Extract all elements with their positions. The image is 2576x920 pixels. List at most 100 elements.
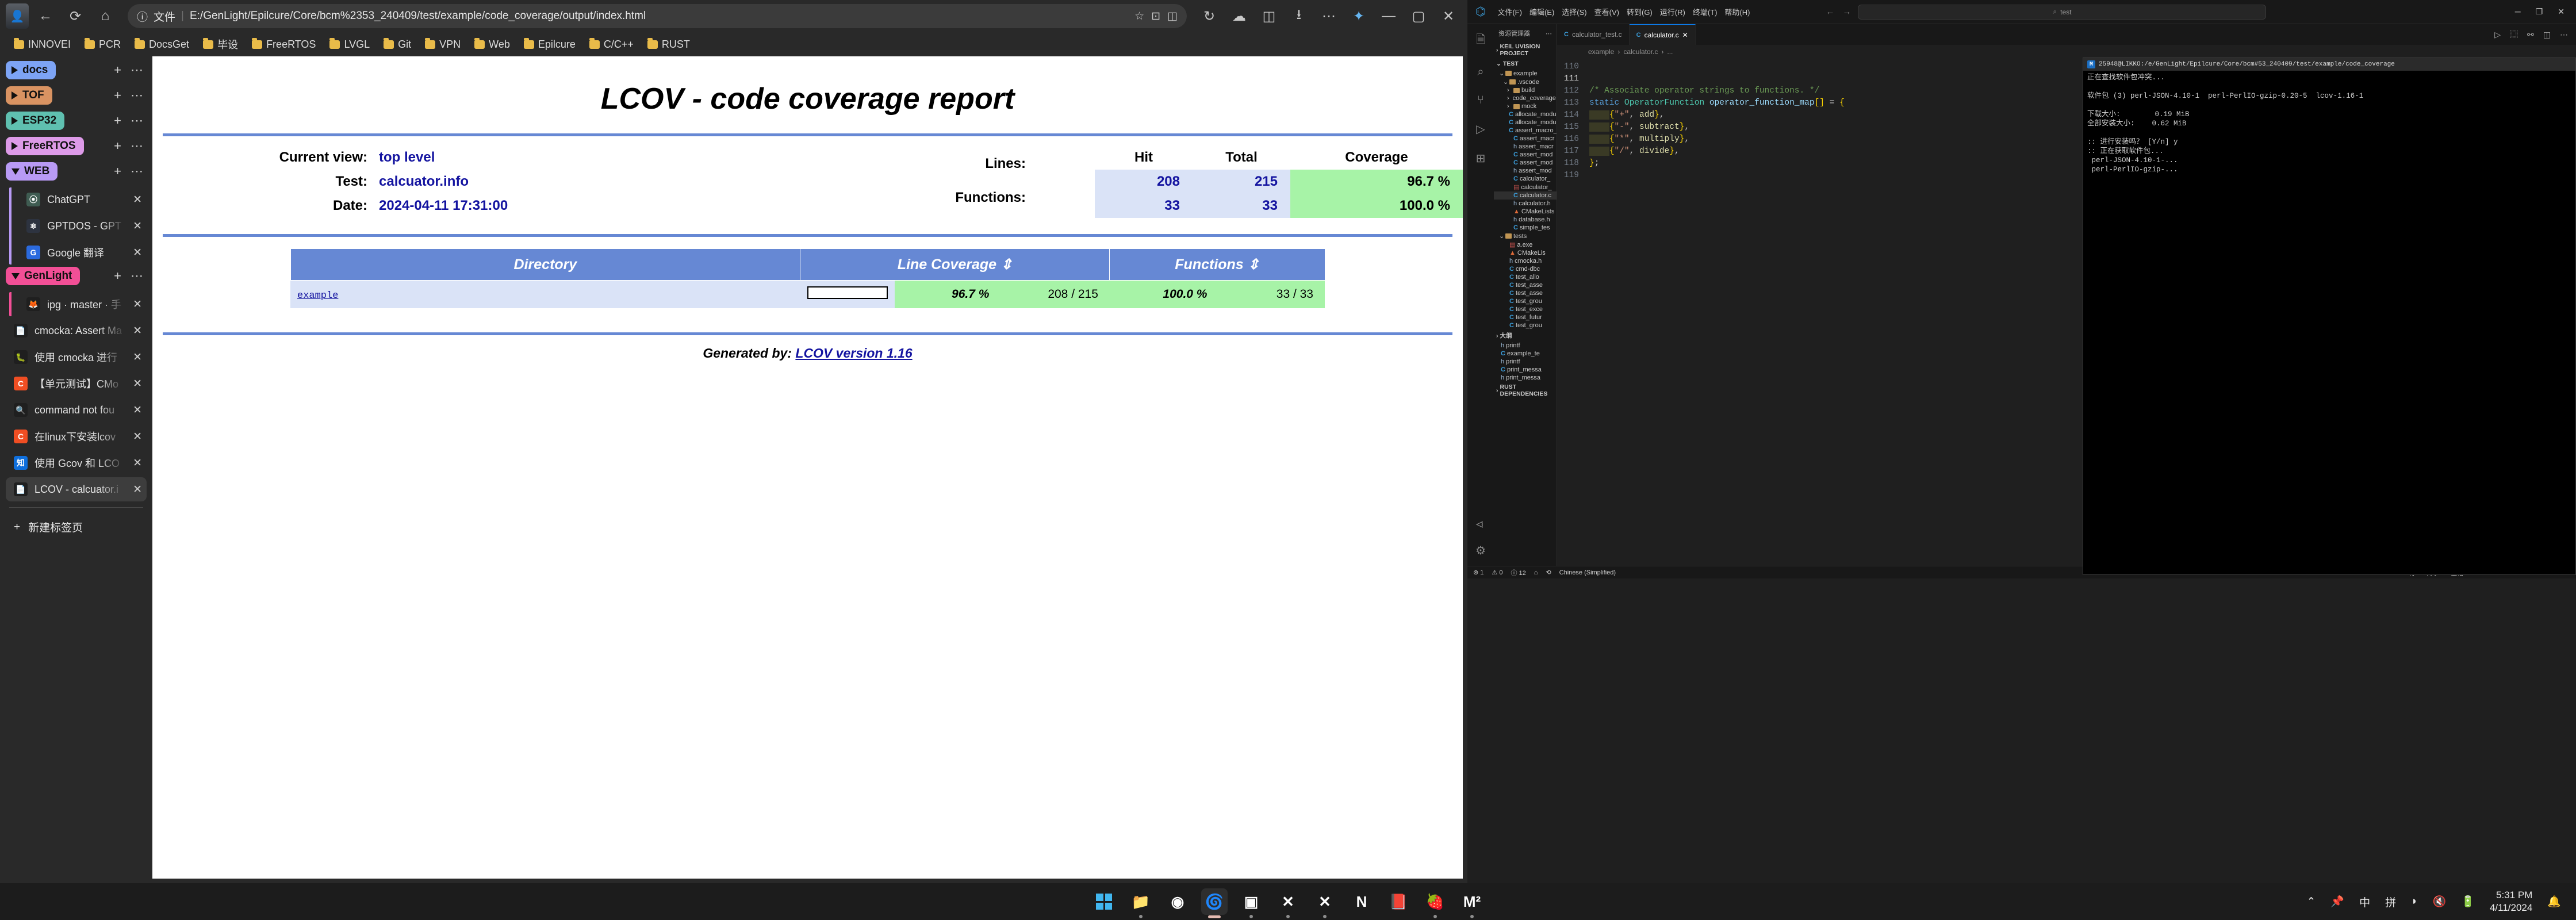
tree-item-13[interactable]: Ccalculator_ [1494,175,1557,183]
vscode-maximize[interactable]: ❐ [2536,7,2543,17]
close-icon[interactable]: ✕ [133,246,142,259]
explorer-more-icon[interactable]: ⋯ [1546,30,1552,37]
vscode-forward-icon[interactable]: → [1842,7,1851,17]
breadcrumb-item-1[interactable]: calculator.c [1623,48,1658,56]
tree-item-3[interactable]: › code_coverage [1494,94,1557,102]
site-info-icon[interactable]: ⓘ [137,9,148,24]
browser-tab-loose-0[interactable]: 📄 cmocka: Assert Ma ✕ [6,319,147,343]
source-control-icon[interactable]: ⑂ [1477,94,1484,107]
notifications-bell-icon[interactable]: 🔔 [2547,895,2561,908]
browser-tab-web-1[interactable]: ⚛ GPTDOS - GPT ✕ [18,214,147,238]
tree-item-15[interactable]: Ccalculator.c [1494,191,1557,200]
tab-group-pill[interactable]: GenLight [6,267,80,285]
close-icon[interactable]: ✕ [133,324,142,338]
taskbar-acrobat-icon[interactable]: 📕 [1385,888,1412,915]
accounts-icon[interactable]: ⏿ [1475,518,1486,531]
bookmark--[interactable]: 毕设 [197,34,244,55]
breadcrumb-item-2[interactable]: ... [1667,48,1673,56]
tree-section-test[interactable]: ⌄ TEST [1494,59,1557,69]
tree-item-28[interactable]: Ctest_grou [1494,297,1557,305]
bookmark-star-icon[interactable]: ☆ [1134,10,1144,23]
menu-item-3[interactable]: 查看(V) [1594,6,1619,17]
directory-link[interactable]: example [297,290,338,301]
browser-tab-loose-1[interactable]: 🐛 使用 cmocka 进行 ✕ [6,345,147,369]
browser-tab-loose-4[interactable]: C 在linux下安装lcov ✕ [6,424,147,448]
extensions-icon[interactable]: ◫ [1256,3,1282,29]
gear-icon[interactable]: ⚙ [1475,543,1486,558]
radio-status-icon[interactable]: ⟲ [1546,569,1551,576]
history-icon[interactable]: ↻ [1196,3,1222,29]
terminal-popup-window[interactable]: M 25948@LIKKO:/e/GenLight/Epilcure/Core/… [2083,57,2576,575]
taskbar-file-explorer-icon[interactable]: 📁 [1128,888,1154,918]
chevron-icon[interactable]: ⌄ [1503,78,1508,86]
bookmark-innovei[interactable]: INNOVEI [8,36,76,53]
th-functions[interactable]: Functions ⇕ [1109,248,1325,281]
vscode-minimize[interactable]: ─ [2515,7,2521,17]
bookmark-docsget[interactable]: DocsGet [129,36,195,53]
tree-item-30[interactable]: Ctest_futur [1494,313,1557,321]
tab-group-freertos[interactable]: FreeRTOS + ⋯ [6,137,147,155]
close-icon[interactable]: ✕ [133,457,142,470]
taskbar-onenote-icon[interactable]: N [1348,888,1375,915]
home-button[interactable]: ⌂ [92,3,118,29]
collections-icon[interactable]: ◫ [1167,10,1178,23]
bookmark-c-c-[interactable]: C/C++ [584,36,639,53]
tree-item-19[interactable]: Csimple_tes [1494,224,1557,232]
outline-item-4[interactable]: h print_messa [1494,374,1557,382]
maximize-button[interactable]: ▢ [1405,3,1432,29]
taskbar-vmware-icon[interactable]: ▣ [1238,888,1264,918]
tree-item-8[interactable]: Cassert_macr [1494,135,1557,143]
back-button[interactable]: ← [32,3,59,29]
browser-tab-gl-0[interactable]: 🦊 ipg · master · 手 ✕ [18,292,147,316]
lcov-version-link[interactable]: LCOV version 1.16 [795,346,912,361]
add-tab-icon[interactable]: + [114,139,121,154]
add-tab-icon[interactable]: + [114,164,121,179]
browser-tab-web-0[interactable]: ⦿ ChatGPT ✕ [18,187,147,212]
group-more-icon[interactable]: ⋯ [131,113,143,128]
close-icon[interactable]: ✕ [133,377,142,390]
close-icon[interactable]: ✕ [1682,31,1688,39]
close-icon[interactable]: ✕ [133,404,142,417]
rust-deps-section[interactable]: › RUST DEPENDENCIES [1494,382,1557,399]
vscode-menubar[interactable]: 文件(F) 编辑(E) 选择(S) 查看(V) 转到(G) 运行(R) 终端(T) 帮助(H) [1497,6,1750,17]
new-tab-button[interactable]: + 新建标签页 [6,513,147,540]
close-icon[interactable]: ✕ [133,430,142,443]
browser-tab-web-2[interactable]: G Google 翻译 ✕ [18,240,147,264]
tree-item-6[interactable]: Callocate_module.c [1494,118,1557,126]
group-more-icon[interactable]: ⋯ [131,164,143,179]
editor-tab-1[interactable]: Ccalculator.c ✕ [1629,24,1696,45]
editor-action-icon-4[interactable]: ⋯ [2560,30,2568,40]
browser-tab-loose-2[interactable]: C 【单元测试】CMo ✕ [6,371,147,396]
address-bar[interactable]: ⓘ 文件 | E:/GenLight/Epilcure/Core/bcm%235… [128,4,1187,28]
taskbar-mathtype-icon[interactable]: M² [1459,888,1485,918]
tree-item-31[interactable]: Ctest_grou [1494,321,1557,329]
group-more-icon[interactable]: ⋯ [131,139,143,154]
menu-item-5[interactable]: 运行(R) [1660,6,1685,17]
add-tab-icon[interactable]: + [114,113,121,128]
debug-icon[interactable]: ▷ [1476,122,1485,136]
tab-group-web[interactable]: WEB + ⋯ [6,162,147,181]
bookmark-lvgl[interactable]: LVGL [324,36,375,53]
menu-item-6[interactable]: 终端(T) [1693,6,1718,17]
tree-item-25[interactable]: Ctest_allo [1494,273,1557,281]
tree-item-4[interactable]: › mock [1494,102,1557,110]
bookmark-git[interactable]: Git [378,36,417,53]
tree-item-17[interactable]: ▲ CMakeLists [1494,208,1557,216]
tree-item-14[interactable]: ▤ calculator_ [1494,183,1557,191]
downloads-icon[interactable]: ⭳ [1286,3,1312,29]
tab-group-pill[interactable]: FreeRTOS [6,137,84,155]
editor-action-icon-3[interactable]: ◫ [2543,30,2551,40]
tree-item-12[interactable]: h assert_mod [1494,167,1557,175]
th-line-coverage[interactable]: Line Coverage ⇕ [800,248,1110,281]
tree-item-24[interactable]: Ccmd-dbc [1494,265,1557,273]
chevron-icon[interactable]: › [1507,95,1509,102]
tab-group-genlight[interactable]: GenLight + ⋯ [6,267,147,285]
outline-section[interactable]: › 大纲 [1494,329,1557,342]
split-screen-icon[interactable]: ⊡ [1151,10,1160,23]
vscode-close[interactable]: ✕ [2558,7,2564,17]
tree-item-23[interactable]: h cmocka.h [1494,257,1557,265]
tree-item-29[interactable]: Ctest_exce [1494,305,1557,313]
tab-group-pill[interactable]: TOF [6,86,52,105]
tree-item-1[interactable]: ⌄ .vscode [1494,78,1557,86]
taskbar-vscode-icon[interactable]: ✕ [1275,888,1301,918]
